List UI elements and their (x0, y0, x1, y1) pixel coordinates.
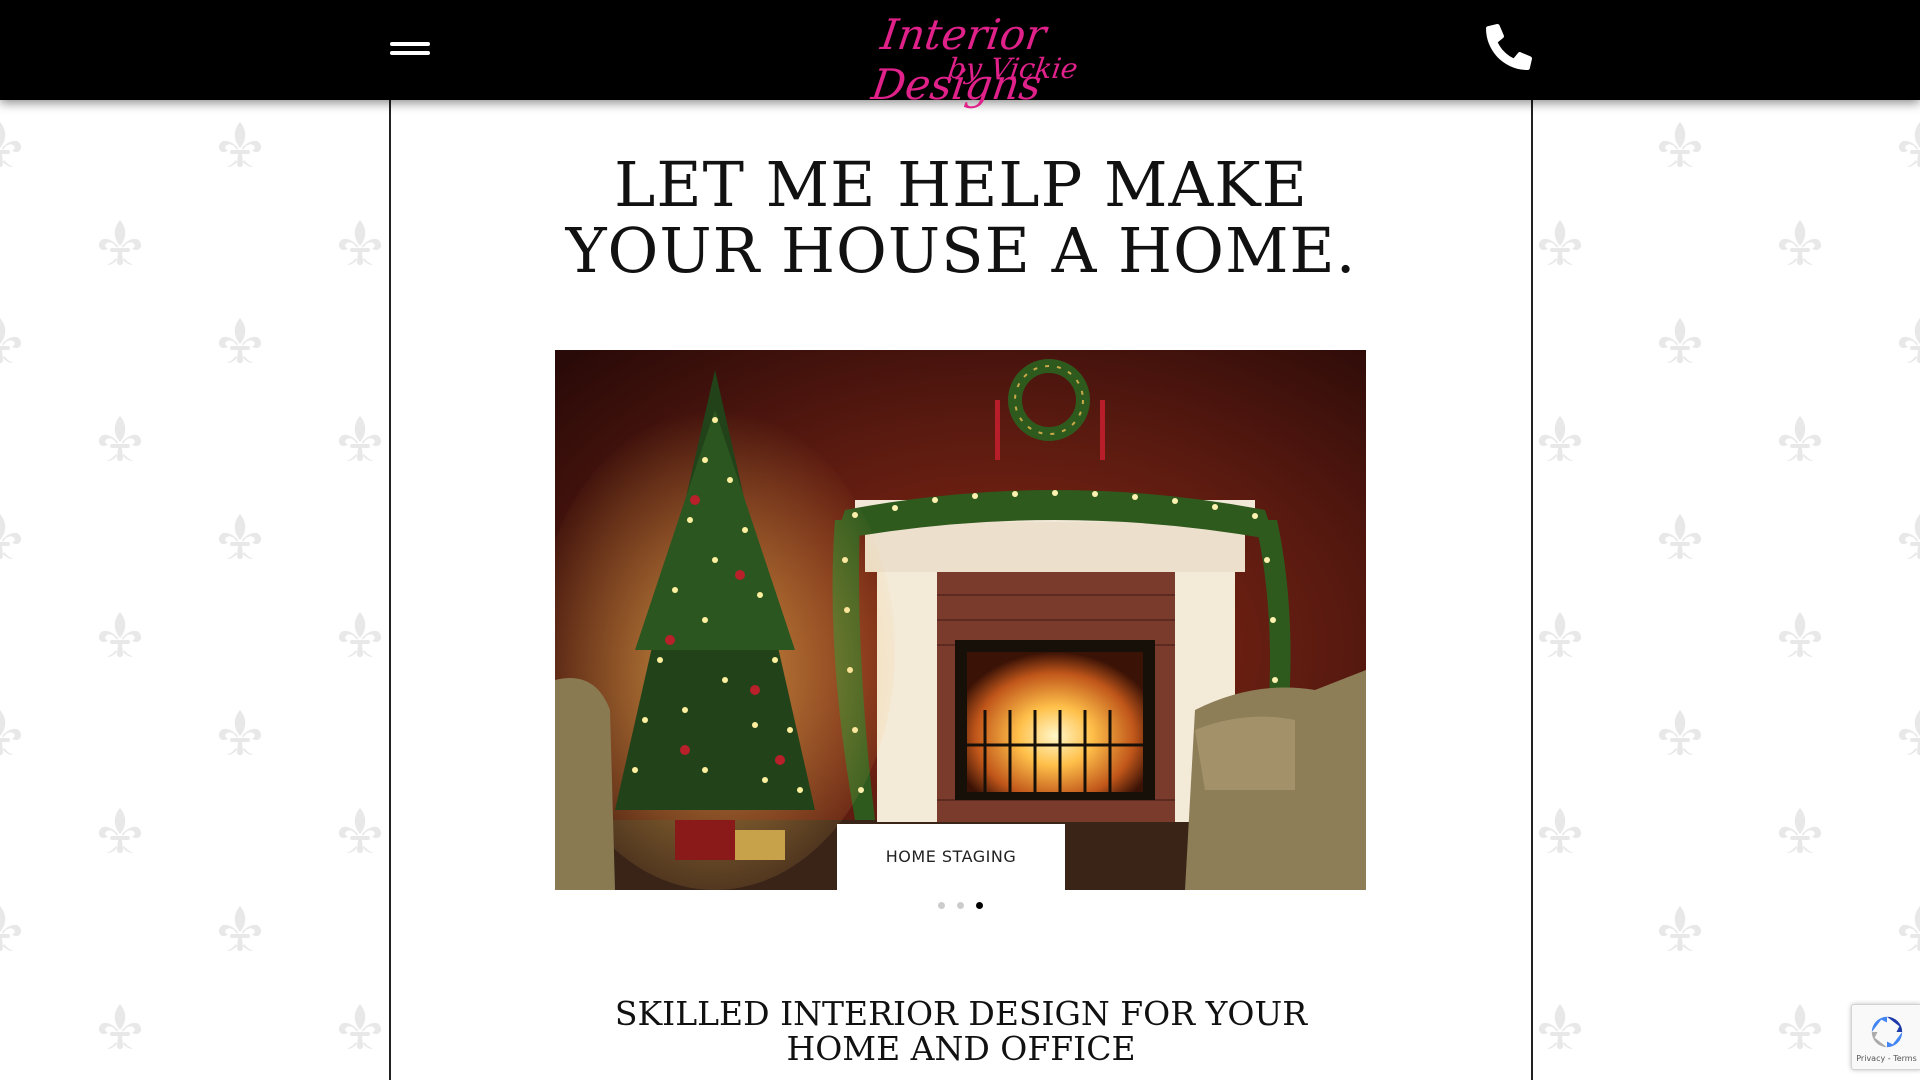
fleur-de-lis-icon (0, 906, 23, 956)
slider-dot-2[interactable] (957, 902, 964, 909)
slider-dot-1[interactable] (938, 902, 945, 909)
recaptcha-badge[interactable]: Privacy - Terms (1851, 1004, 1920, 1070)
hamburger-icon (390, 42, 430, 46)
fleur-de-lis-icon (97, 612, 143, 662)
hero-title-line-1: LET ME HELP MAKE (614, 148, 1308, 221)
fleur-de-lis-icon (0, 122, 23, 172)
image-slider[interactable]: HOME STAGING (555, 350, 1366, 890)
recaptcha-icon (1868, 1013, 1906, 1051)
fleur-de-lis-icon (217, 710, 263, 760)
fleur-de-lis-icon (1777, 220, 1823, 270)
hamburger-icon-bar (390, 51, 430, 55)
section-title: SKILLED INTERIOR DESIGN FOR YOUR HOME AN… (391, 996, 1531, 1066)
fleur-de-lis-icon (0, 710, 23, 760)
fleur-de-lis-icon (97, 1004, 143, 1054)
fleur-de-lis-icon (1897, 710, 1920, 760)
fleur-de-lis-icon (1897, 514, 1920, 564)
fleur-de-lis-icon (217, 906, 263, 956)
fleur-de-lis-icon (97, 220, 143, 270)
fleur-de-lis-icon (1537, 416, 1583, 466)
fleur-de-lis-icon (217, 514, 263, 564)
site-header: Interior Designs by Vickie (0, 0, 1920, 109)
fleur-de-lis-icon (1657, 710, 1703, 760)
fleur-de-lis-icon (1537, 1004, 1583, 1054)
fleur-de-lis-icon (1897, 318, 1920, 368)
fleur-de-lis-icon (337, 1004, 383, 1054)
recaptcha-privacy-terms[interactable]: Privacy - Terms (1852, 1054, 1920, 1063)
fleur-de-lis-icon (337, 416, 383, 466)
fleur-de-lis-icon (1657, 514, 1703, 564)
fleur-de-lis-icon (1897, 122, 1920, 172)
fleur-de-lis-icon (217, 122, 263, 172)
slide-caption[interactable]: HOME STAGING (837, 824, 1065, 890)
fleur-de-lis-icon (1777, 1004, 1823, 1054)
fleur-de-lis-icon (1657, 318, 1703, 368)
section-title-line-1: SKILLED INTERIOR DESIGN FOR YOUR (614, 994, 1308, 1033)
main-content: LET ME HELP MAKE YOUR HOUSE A HOME. HOME… (389, 100, 1533, 1080)
fleur-de-lis-icon (1537, 808, 1583, 858)
slider-dot-3-active[interactable] (976, 902, 983, 909)
fleur-de-lis-icon (0, 514, 23, 564)
fleur-de-lis-icon (97, 416, 143, 466)
phone-icon[interactable] (1486, 24, 1532, 70)
fleur-de-lis-icon (337, 612, 383, 662)
hamburger-menu-button[interactable] (388, 38, 432, 60)
fleur-de-lis-icon (337, 220, 383, 270)
fleur-de-lis-icon (1777, 612, 1823, 662)
fleur-de-lis-icon (337, 808, 383, 858)
fleur-de-lis-icon (1657, 906, 1703, 956)
fleur-de-lis-icon (1657, 122, 1703, 172)
logo-subtitle: by Vickie (945, 52, 1080, 85)
fleur-de-lis-icon (97, 808, 143, 858)
fleur-de-lis-icon (217, 318, 263, 368)
slider-pagination (938, 900, 988, 912)
fleur-de-lis-icon (1777, 416, 1823, 466)
hero-title-line-2: YOUR HOUSE A HOME. (565, 214, 1357, 287)
fleur-de-lis-icon (1777, 808, 1823, 858)
fleur-de-lis-icon (1537, 220, 1583, 270)
fleur-de-lis-icon (1897, 906, 1920, 956)
hero-title: LET ME HELP MAKE YOUR HOUSE A HOME. (391, 152, 1531, 284)
christmas-fireplace-image (555, 350, 1366, 890)
section-title-line-2: HOME AND OFFICE (786, 1029, 1136, 1068)
site-logo[interactable]: Interior Designs by Vickie (800, 6, 1120, 109)
fleur-de-lis-icon (0, 318, 23, 368)
fleur-de-lis-icon (1537, 612, 1583, 662)
